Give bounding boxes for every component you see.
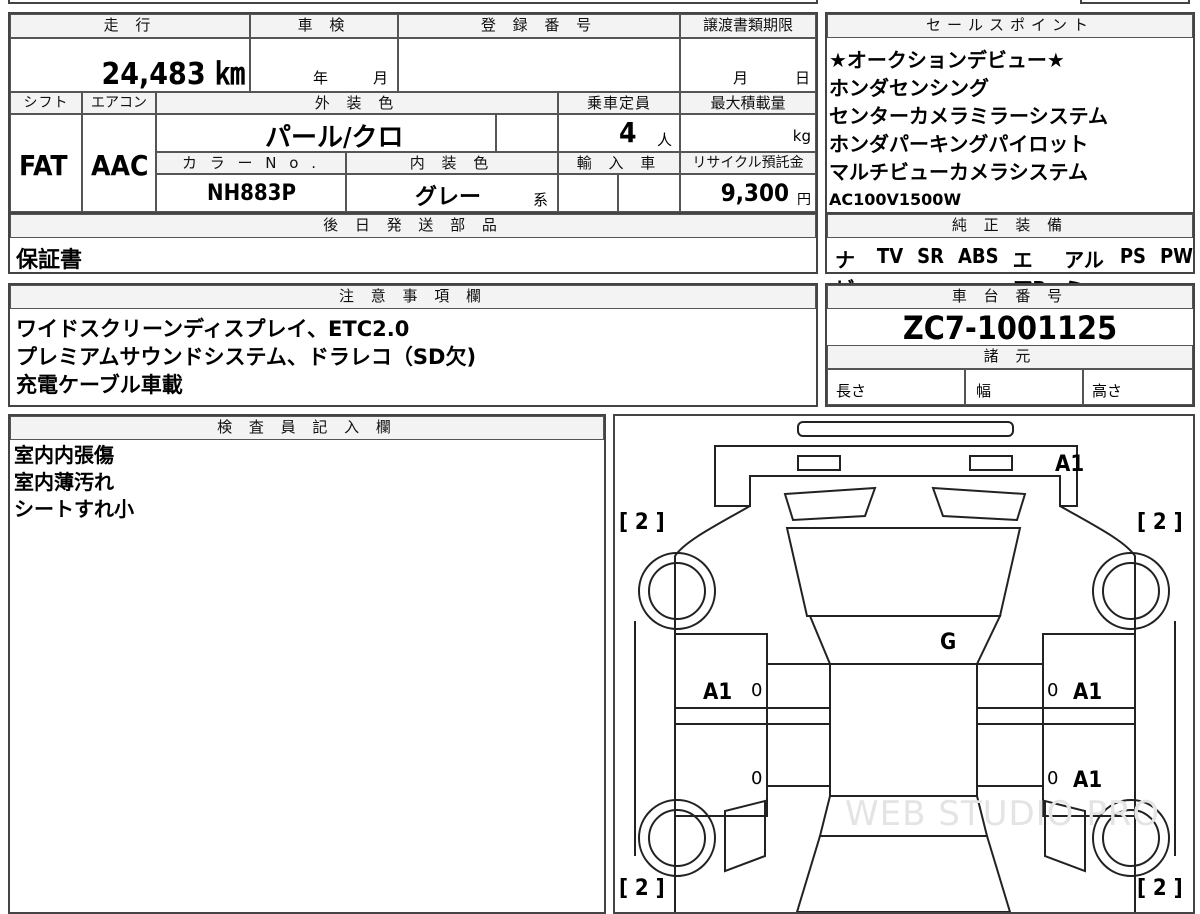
shift-value: FAT [19,149,68,182]
spec-height-cell: 高さ [1083,369,1193,405]
selling-point-6: AC100V1500W [829,190,962,209]
interior-suffix: 系 [533,191,549,209]
aircon-value: AAC [91,149,149,182]
aircon-header: エアコン [82,92,156,114]
tire-bottom-left: [ 2 ] [619,876,665,901]
top-strip-right [1080,0,1190,4]
registration-value-cell [398,38,680,92]
transfer-deadline-value-cell: 月 日 [680,38,816,92]
spec-height-label: 高さ [1092,382,1123,400]
equipment-header: 純 正 装 備 [827,214,1193,238]
selling-points-list: ★オークションデビュー★ ホンダセンシング センターカメラミラーシステム ホンダ… [829,46,1108,214]
interior-color-header: 内 装 色 [346,152,558,174]
selling-points-box: セールスポイント ★オークションデビュー★ ホンダセンシング センターカメラミラ… [825,12,1195,214]
selling-point-1: ★オークションデビュー★ [829,48,1065,72]
recycle-fee-value: 9,300 [720,179,789,207]
spec-width-label: 幅 [976,382,992,400]
capacity-header: 乗車定員 [558,92,680,114]
chassis-value: ZC7-1001125 [902,309,1118,347]
mileage-value-cell: 24,483 ㎞ [10,38,250,92]
tire-top-right: [ 2 ] [1137,510,1183,535]
watermark: WEB STUDIO PRO [845,794,1161,834]
notes-box: 注 意 事 項 欄 ワイドスクリーンディスプレイ、ETC2.0 プレミアムサウン… [8,283,818,407]
selling-point-3: センターカメラミラーシステム [829,104,1108,128]
note-3: 充電ケーブル車載 [16,373,183,397]
deadline-month-unit: 月 [733,69,749,87]
selling-point-4: ホンダパーキングパイロット [829,132,1089,156]
note-1: ワイドスクリーンディスプレイ、ETC2.0 [16,317,410,341]
capacity-cell: 4 人 [558,114,680,152]
damage-right-rear: A1 [1073,768,1103,793]
tire-top-left: [ 2 ] [619,510,665,535]
max-load-header: 最大積載量 [680,92,816,114]
registration-header: 登 録 番 号 [398,14,680,38]
interior-color-cell: グレー 系 [346,174,558,212]
damage-top-right: A1 [1055,452,1085,477]
spec-length-cell: 長さ [827,369,965,405]
zero-mark-2: 0 [1047,680,1059,701]
parts-later-box: 後 日 発 送 部 品 保証書 [8,212,818,274]
exterior-color-value: パール/クロ [265,123,404,152]
note-2: プレミアムサウンドシステム、ドラレコ（SD欠) [16,345,477,369]
top-strip [8,0,818,4]
inspection-month-unit: 月 [373,69,389,87]
recycle-fee-cell: 9,300 円 [680,174,816,212]
capacity-value: 4 [619,116,637,149]
inspector-box: 検 査 員 記 入 欄 室内内張傷 室内薄汚れ シートすれ小 [8,414,606,914]
color-no-value: NH883P [207,181,296,206]
inspector-note-1: 室内内張傷 [14,443,114,467]
selling-point-2: ホンダセンシング [829,76,989,100]
yen-unit: 円 [797,192,811,208]
inspector-notes-list: 室内内張傷 室内薄汚れ シートすれ小 [14,442,134,523]
damage-right-front: A1 [1073,680,1103,705]
exterior-color-header: 外 装 色 [156,92,558,114]
inspection-value-cell: 年 月 [250,38,398,92]
parts-later-header: 後 日 発 送 部 品 [10,214,816,238]
zero-mark-4: 0 [1047,768,1059,789]
inspection-header: 車 検 [250,14,398,38]
zero-mark-1: 0 [751,680,763,701]
inspector-note-2: 室内薄汚れ [14,470,114,494]
exterior-color-extra [496,114,558,152]
interior-color-value: グレー [415,185,482,210]
color-no-header: カ ラ ー N o . [156,152,346,174]
notes-list: ワイドスクリーンディスプレイ、ETC2.0 プレミアムサウンドシステム、ドラレコ… [16,315,476,399]
damage-left-front: A1 [703,680,733,705]
exterior-color-cell: パール/クロ [156,114,496,152]
selling-points-header: セールスポイント [827,14,1193,38]
capacity-unit: 人 [657,131,673,149]
inspector-note-3: シートすれ小 [14,497,134,521]
parts-later-value: 保証書 [16,248,83,273]
transfer-deadline-header: 譲渡書類期限 [680,14,816,38]
notes-header: 注 意 事 項 欄 [10,285,816,309]
shift-value-cell: FAT [10,114,82,212]
spec-width-cell: 幅 [965,369,1083,405]
chassis-box: 車 台 番 号 ZC7-1001125 諸 元 長さ 幅 高さ [825,283,1195,407]
mileage-header: 走 行 [10,14,250,38]
chassis-header: 車 台 番 号 [827,285,1193,309]
import-car-cell-b [618,174,680,212]
load-unit: kg [792,127,811,145]
car-outline-diagram [634,421,1176,912]
damage-center: G [940,630,957,655]
import-car-cell-a [558,174,618,212]
aircon-value-cell: AAC [82,114,156,212]
mileage-value: 24,483 ㎞ [101,57,245,92]
equipment-box: 純 正 装 備 ナビ TV SR ABS エアB アルミ PS PW [825,212,1195,301]
inspector-header: 検 査 員 記 入 欄 [10,416,604,440]
import-car-header: 輸 入 車 [558,152,680,174]
inspection-year-unit: 年 [313,69,329,87]
recycle-fee-header: リサイクル預託金 [680,152,816,174]
specs-header: 諸 元 [827,345,1193,369]
max-load-cell: kg [680,114,816,152]
shift-header: シフト [10,92,82,114]
spec-length-label: 長さ [836,382,867,400]
tire-bottom-right: [ 2 ] [1137,876,1183,901]
vehicle-info-table: 走 行 車 検 登 録 番 号 譲渡書類期限 24,483 ㎞ 年 月 月 日 … [8,12,818,214]
selling-point-5: マルチビューカメラシステム [829,160,1088,184]
color-no-cell: NH883P [156,174,346,212]
zero-mark-3: 0 [751,768,763,789]
deadline-day-unit: 日 [795,69,811,87]
damage-diagram-box: A1 G A1 A1 A1 0 0 0 0 [ 2 ] [ 2 ] [ 2 ] … [613,414,1195,914]
